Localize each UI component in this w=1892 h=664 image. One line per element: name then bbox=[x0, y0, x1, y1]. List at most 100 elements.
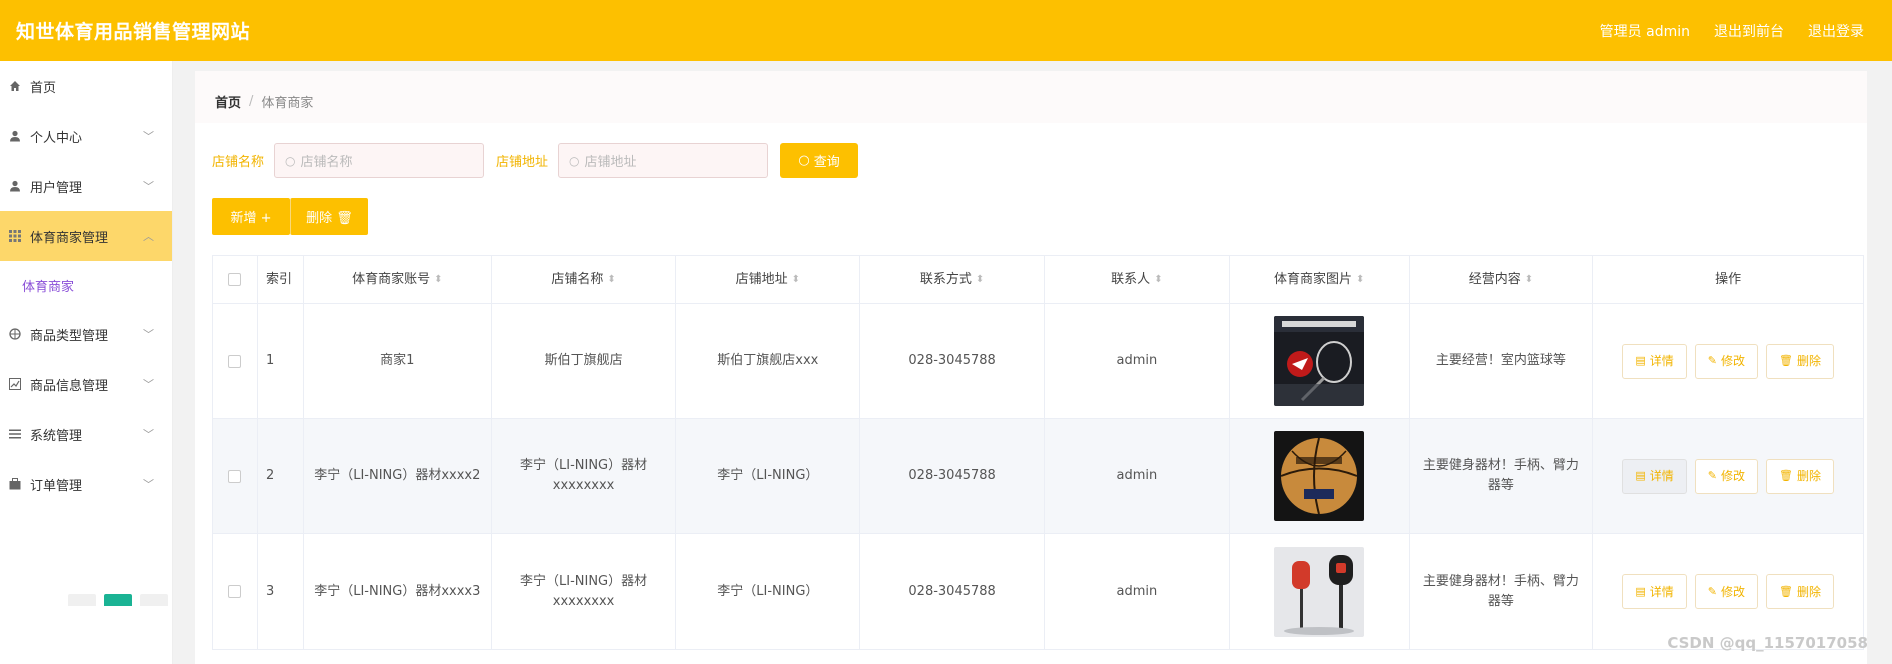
edit-button[interactable]: ✎ 修改 bbox=[1694, 343, 1758, 379]
edit-icon: ✎ bbox=[1707, 584, 1717, 598]
row-checkbox[interactable] bbox=[228, 354, 242, 368]
table-row: 3 李宁（LI-NING）器材xxxx3 李宁（LI-NING）器材xxxxxx… bbox=[213, 534, 1863, 649]
user-icon bbox=[8, 179, 22, 193]
detail-button[interactable]: ▤ 详情 bbox=[1622, 343, 1687, 379]
sort-icon: ⬍ bbox=[1524, 273, 1534, 285]
query-button[interactable]: ○ 查询 bbox=[780, 143, 859, 178]
sort-icon: ⬍ bbox=[1154, 273, 1163, 285]
edit-icon: ✎ bbox=[1707, 354, 1717, 367]
top-right-links: 管理员 admin 退出到前台 退出登录 bbox=[1600, 21, 1864, 41]
delete-button[interactable]: 🗑 删除 bbox=[1765, 343, 1834, 379]
row-account: 商家1 bbox=[304, 304, 492, 418]
header-image[interactable]: 体育商家图片 ⬍ bbox=[1230, 256, 1410, 303]
row-checkbox-cell bbox=[213, 419, 258, 533]
breadcrumb-home[interactable]: 首页 bbox=[215, 92, 241, 111]
header-phone[interactable]: 联系方式 ⬍ bbox=[860, 256, 1045, 303]
admin-user-label: 管理员 admin bbox=[1599, 23, 1690, 40]
row-phone: 028-3045788 bbox=[860, 304, 1045, 418]
sidebar-item-label: 用户管理 bbox=[30, 180, 83, 196]
chevron-down-icon: ﹀ bbox=[143, 328, 154, 341]
action-bar: 新增 + 删除 🗑 bbox=[212, 198, 368, 235]
header-shop-label: 店铺名称 bbox=[551, 271, 604, 287]
merchant-panel: 店铺名称 ○ 店铺名称 店铺地址 ○ 店铺地址 ○ 查询 新增 + 删除 🗑 索… bbox=[195, 123, 1867, 664]
chevron-down-icon: ﹀ bbox=[143, 478, 154, 491]
edit-label: 修改 bbox=[1720, 354, 1745, 368]
batch-delete-button[interactable]: 删除 🗑 bbox=[290, 198, 368, 235]
row-checkbox[interactable] bbox=[228, 585, 242, 598]
shop-name-input[interactable]: ○ 店铺名称 bbox=[274, 143, 485, 178]
badminton-racket-image bbox=[1274, 316, 1365, 406]
search-icon: ○ bbox=[285, 153, 296, 168]
row-checkbox[interactable] bbox=[228, 469, 242, 483]
sidebar-item-merchants[interactable]: 体育商家管理 ︿ bbox=[0, 211, 172, 261]
delete-label: 删除 bbox=[1796, 469, 1821, 483]
delete-button[interactable]: 🗑 删除 bbox=[1765, 574, 1834, 609]
header-business[interactable]: 经营内容 ⬍ bbox=[1410, 256, 1594, 303]
detail-button[interactable]: ▤ 详情 bbox=[1622, 574, 1687, 609]
row-business: 主要健身器材！手柄、臂力器等 bbox=[1410, 419, 1594, 533]
header-account[interactable]: 体育商家账号 ⬍ bbox=[304, 256, 492, 303]
page-prev[interactable] bbox=[68, 594, 96, 606]
edit-button[interactable]: ✎ 修改 bbox=[1694, 458, 1758, 494]
row-contact: admin bbox=[1045, 419, 1230, 533]
row-actions: ▤ 详情 ✎ 修改 🗑 删除 bbox=[1593, 419, 1863, 533]
home-icon bbox=[8, 79, 22, 93]
delete-label: 删除 bbox=[1796, 584, 1821, 599]
shop-address-label: 店铺地址 bbox=[496, 155, 549, 170]
sidebar-item-profile[interactable]: 个人中心 ﹀ bbox=[0, 111, 172, 161]
shop-address-placeholder: 店铺地址 bbox=[584, 155, 637, 170]
row-contact: admin bbox=[1045, 534, 1230, 649]
front-site-link[interactable]: 退出到前台 bbox=[1714, 21, 1784, 41]
sidebar-item-label: 商品信息管理 bbox=[30, 378, 109, 394]
sidebar-item-system[interactable]: 系统管理 ﹀ bbox=[0, 409, 172, 459]
detail-label: 详情 bbox=[1649, 354, 1674, 368]
sidebar-item-orders[interactable]: 订单管理 ﹀ bbox=[0, 459, 172, 509]
sidebar-item-users[interactable]: 用户管理 ﹀ bbox=[0, 161, 172, 211]
document-icon: ▤ bbox=[1635, 469, 1646, 482]
shop-address-input[interactable]: ○ 店铺地址 bbox=[558, 143, 769, 178]
sort-icon: ⬍ bbox=[791, 273, 801, 285]
header-image-label: 体育商家图片 bbox=[1273, 271, 1352, 287]
sort-icon: ⬍ bbox=[975, 273, 985, 285]
grid-icon bbox=[8, 229, 22, 243]
header-address[interactable]: 店铺地址 ⬍ bbox=[676, 256, 861, 303]
page-next[interactable] bbox=[140, 594, 168, 606]
header-phone-label: 联系方式 bbox=[919, 271, 972, 287]
header-account-label: 体育商家账号 bbox=[352, 271, 431, 287]
select-all-cell bbox=[213, 256, 258, 303]
header-business-label: 经营内容 bbox=[1468, 271, 1521, 287]
sidebar-item-label: 首页 bbox=[30, 80, 57, 96]
sidebar-subitem-merchant[interactable]: 体育商家 bbox=[0, 261, 172, 309]
sidebar-item-home[interactable]: 首页 bbox=[0, 61, 172, 111]
row-shop: 李宁（LI-NING）器材xxxxxxxx bbox=[492, 419, 677, 533]
edit-button[interactable]: ✎ 修改 bbox=[1694, 574, 1758, 609]
delete-button[interactable]: 🗑 删除 bbox=[1765, 458, 1834, 494]
row-index: 2 bbox=[258, 419, 304, 533]
document-icon: ▤ bbox=[1635, 584, 1646, 598]
main-content: 首页 / 体育商家 店铺名称 ○ 店铺名称 店铺地址 ○ 店铺地址 ○ 查询 新… bbox=[195, 61, 1867, 664]
logout-link[interactable]: 退出登录 bbox=[1808, 21, 1864, 41]
chevron-down-icon: ﹀ bbox=[143, 378, 154, 391]
row-address: 斯伯丁旗舰店xxx bbox=[676, 304, 861, 418]
sidebar-item-products[interactable]: 商品信息管理 ﹀ bbox=[0, 359, 172, 409]
top-bar: 知世体育用品销售管理网站 管理员 admin 退出到前台 退出登录 bbox=[0, 0, 1892, 61]
row-image-cell bbox=[1230, 304, 1410, 418]
sidebar-item-categories[interactable]: 商品类型管理 ﹀ bbox=[0, 309, 172, 359]
header-shop[interactable]: 店铺名称 ⬍ bbox=[492, 256, 677, 303]
user-icon bbox=[8, 129, 22, 143]
header-contact-label: 联系人 bbox=[1111, 271, 1151, 287]
basketball-image bbox=[1274, 431, 1365, 521]
merchant-table: 索引 体育商家账号 ⬍ 店铺名称 ⬍ 店铺地址 ⬍ 联系方式 ⬍ 联系人 ⬍ 体育商家图片… bbox=[212, 255, 1864, 650]
page-current[interactable] bbox=[104, 594, 132, 606]
detail-label: 详情 bbox=[1649, 584, 1674, 599]
select-all-checkbox[interactable] bbox=[228, 273, 242, 286]
row-checkbox-cell bbox=[213, 534, 258, 649]
row-business: 主要健身器材！手柄、臂力器等 bbox=[1410, 534, 1594, 649]
add-button[interactable]: 新增 + bbox=[212, 198, 290, 235]
detail-button[interactable]: ▤ 详情 bbox=[1622, 458, 1687, 494]
row-index: 3 bbox=[258, 534, 304, 649]
row-image-cell bbox=[1230, 419, 1410, 533]
row-phone: 028-3045788 bbox=[860, 419, 1045, 533]
edit-icon: ✎ bbox=[1707, 469, 1717, 482]
header-contact[interactable]: 联系人 ⬍ bbox=[1045, 256, 1230, 303]
